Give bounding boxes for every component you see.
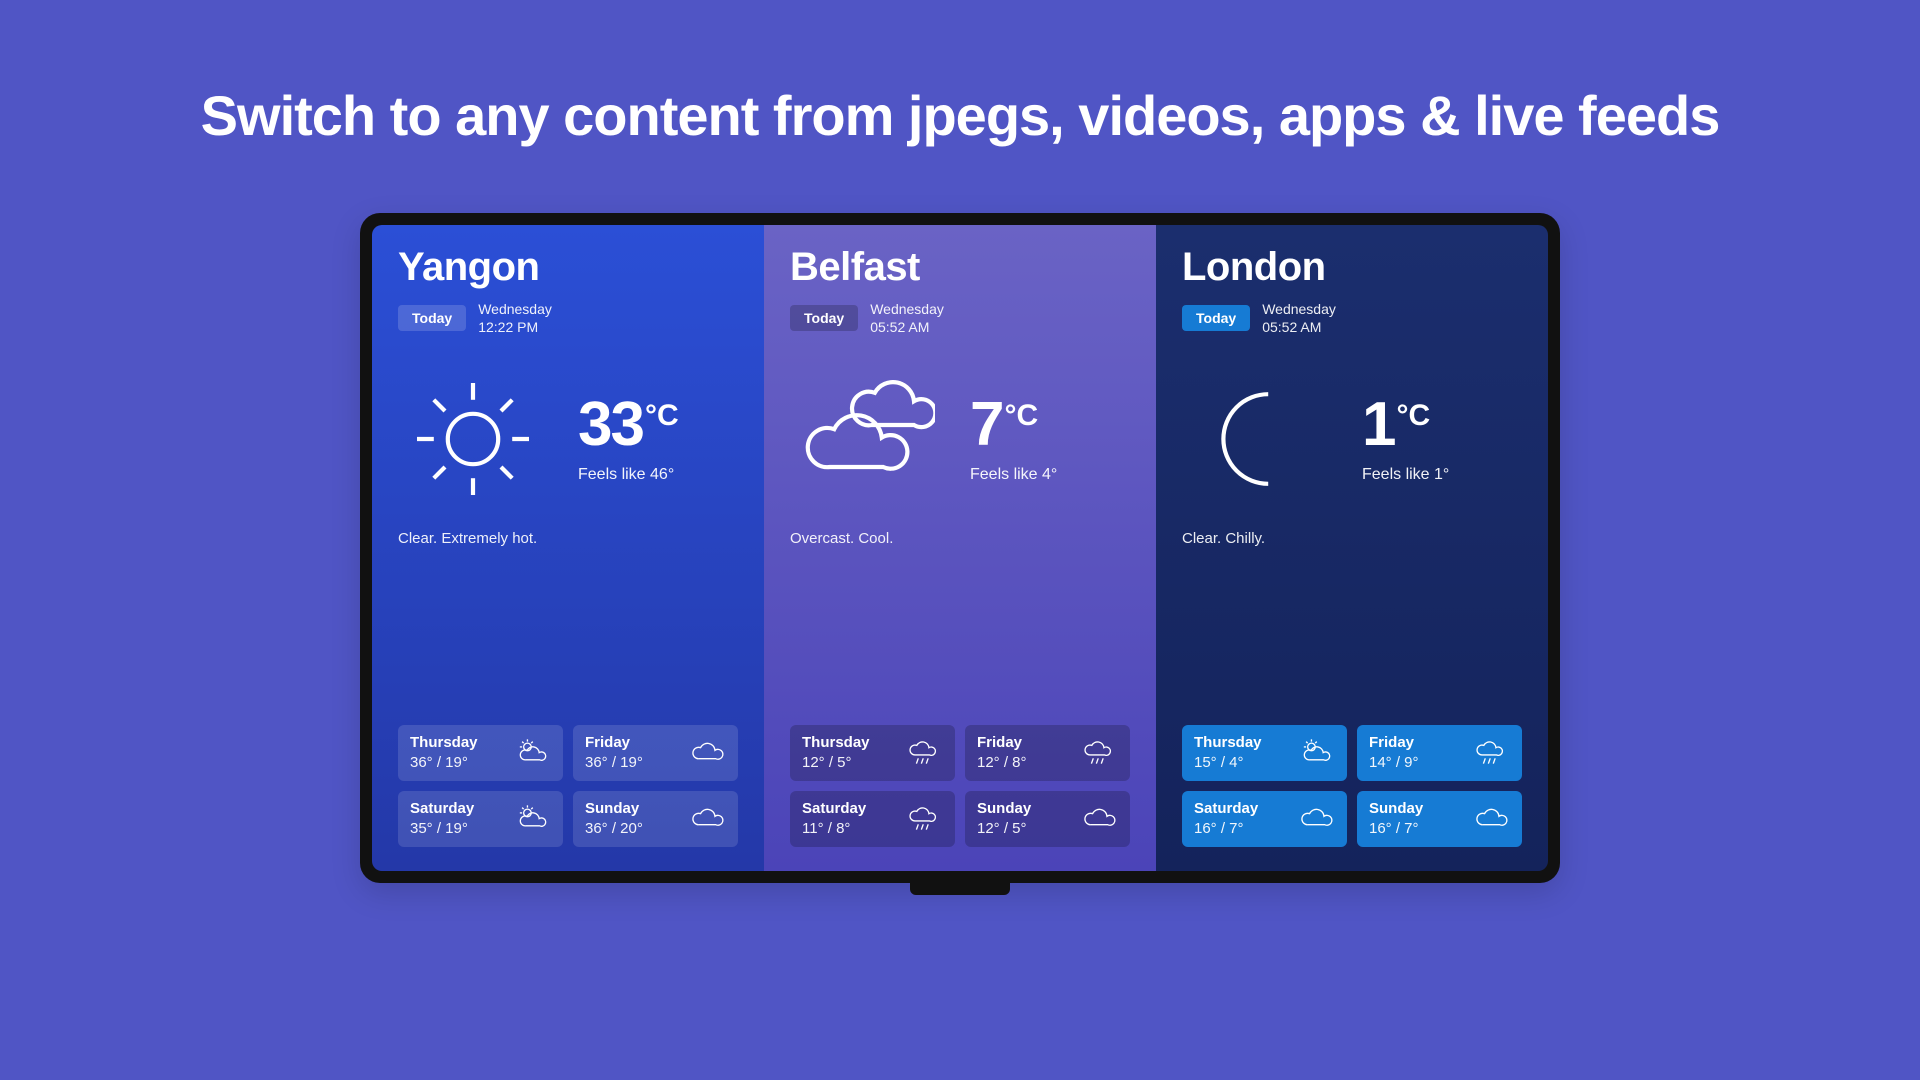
condition-text: Clear. Extremely hot. bbox=[398, 530, 738, 547]
cloud-icon bbox=[688, 734, 726, 772]
rain-icon bbox=[905, 800, 943, 838]
current-weather: 7 °C Feels like 4° bbox=[790, 364, 1130, 514]
cloud-icon bbox=[1080, 800, 1118, 838]
temperature-unit: °C bbox=[1004, 399, 1038, 433]
forecast-card: Saturday 16° / 7° bbox=[1182, 791, 1347, 847]
today-badge: Today bbox=[790, 305, 858, 331]
temperature-unit: °C bbox=[645, 399, 679, 433]
forecast-day: Saturday bbox=[802, 800, 866, 817]
forecast-card: Sunday 12° / 5° bbox=[965, 791, 1130, 847]
tv-frame: Yangon Today Wednesday 12:22 PM 33 °C Fe… bbox=[360, 213, 1560, 883]
forecast-grid: Thursday 15° / 4° Friday 14° / 9° Saturday… bbox=[1182, 725, 1522, 847]
cloud-icon bbox=[1472, 800, 1510, 838]
today-time: 05:52 AM bbox=[870, 318, 944, 336]
today-dayname: Wednesday bbox=[870, 300, 944, 318]
rain-icon bbox=[905, 734, 943, 772]
forecast-temps: 15° / 4° bbox=[1194, 754, 1262, 771]
moon-icon bbox=[1182, 364, 1332, 514]
forecast-temps: 12° / 5° bbox=[802, 754, 870, 771]
today-time: 05:52 AM bbox=[1262, 318, 1336, 336]
tv-stand bbox=[910, 881, 1010, 895]
today-badge: Today bbox=[398, 305, 466, 331]
temperature-unit: °C bbox=[1396, 399, 1430, 433]
forecast-card: Thursday 36° / 19° bbox=[398, 725, 563, 781]
forecast-day: Saturday bbox=[1194, 800, 1258, 817]
condition-text: Overcast. Cool. bbox=[790, 530, 1130, 547]
forecast-card: Saturday 11° / 8° bbox=[790, 791, 955, 847]
tv-screen: Yangon Today Wednesday 12:22 PM 33 °C Fe… bbox=[372, 225, 1548, 871]
forecast-temps: 36° / 19° bbox=[585, 754, 643, 771]
temperature-block: 7 °C Feels like 4° bbox=[970, 394, 1057, 484]
today-dayname: Wednesday bbox=[1262, 300, 1336, 318]
city-name: London bbox=[1182, 245, 1522, 290]
forecast-temps: 11° / 8° bbox=[802, 820, 866, 837]
weather-panel-yangon: Yangon Today Wednesday 12:22 PM 33 °C Fe… bbox=[372, 225, 764, 871]
forecast-temps: 35° / 19° bbox=[410, 820, 474, 837]
forecast-card: Sunday 16° / 7° bbox=[1357, 791, 1522, 847]
cloud-icon bbox=[1297, 800, 1335, 838]
forecast-day: Thursday bbox=[1194, 734, 1262, 751]
forecast-day: Friday bbox=[977, 734, 1027, 751]
forecast-grid: Thursday 12° / 5° Friday 12° / 8° Saturday… bbox=[790, 725, 1130, 847]
today-badge: Today bbox=[1182, 305, 1250, 331]
temperature-block: 33 °C Feels like 46° bbox=[578, 394, 679, 484]
forecast-card: Thursday 15° / 4° bbox=[1182, 725, 1347, 781]
feels-like: Feels like 1° bbox=[1362, 466, 1449, 484]
temperature-value: 1 bbox=[1362, 394, 1394, 456]
current-weather: 33 °C Feels like 46° bbox=[398, 364, 738, 514]
rain-icon bbox=[1080, 734, 1118, 772]
temperature-block: 1 °C Feels like 1° bbox=[1362, 394, 1449, 484]
today-row: Today Wednesday 05:52 AM bbox=[790, 300, 1130, 336]
forecast-card: Friday 36° / 19° bbox=[573, 725, 738, 781]
rain-icon bbox=[1472, 734, 1510, 772]
partly-cloudy-icon bbox=[1297, 734, 1335, 772]
forecast-temps: 12° / 8° bbox=[977, 754, 1027, 771]
forecast-card: Thursday 12° / 5° bbox=[790, 725, 955, 781]
headline: Switch to any content from jpegs, videos… bbox=[201, 80, 1720, 153]
city-name: Belfast bbox=[790, 245, 1130, 290]
cloud-icon bbox=[688, 800, 726, 838]
clouds-icon bbox=[790, 364, 940, 514]
today-time: 12:22 PM bbox=[478, 318, 552, 336]
temperature-value: 7 bbox=[970, 394, 1002, 456]
forecast-temps: 36° / 19° bbox=[410, 754, 478, 771]
weather-panel-london: London Today Wednesday 05:52 AM 1 °C Fee… bbox=[1156, 225, 1548, 871]
city-name: Yangon bbox=[398, 245, 738, 290]
weather-panel-belfast: Belfast Today Wednesday 05:52 AM 7 °C Fe… bbox=[764, 225, 1156, 871]
forecast-temps: 12° / 5° bbox=[977, 820, 1031, 837]
current-weather: 1 °C Feels like 1° bbox=[1182, 364, 1522, 514]
forecast-day: Saturday bbox=[410, 800, 474, 817]
today-row: Today Wednesday 12:22 PM bbox=[398, 300, 738, 336]
today-row: Today Wednesday 05:52 AM bbox=[1182, 300, 1522, 336]
forecast-day: Friday bbox=[585, 734, 643, 751]
forecast-day: Sunday bbox=[977, 800, 1031, 817]
forecast-temps: 16° / 7° bbox=[1194, 820, 1258, 837]
forecast-day: Thursday bbox=[802, 734, 870, 751]
forecast-day: Sunday bbox=[585, 800, 643, 817]
today-dayname: Wednesday bbox=[478, 300, 552, 318]
condition-text: Clear. Chilly. bbox=[1182, 530, 1522, 547]
temperature-value: 33 bbox=[578, 394, 643, 456]
forecast-grid: Thursday 36° / 19° Friday 36° / 19° Saturd… bbox=[398, 725, 738, 847]
sun-icon bbox=[398, 364, 548, 514]
partly-cloudy-icon bbox=[513, 734, 551, 772]
partly-cloudy-icon bbox=[513, 800, 551, 838]
forecast-card: Friday 12° / 8° bbox=[965, 725, 1130, 781]
feels-like: Feels like 4° bbox=[970, 466, 1057, 484]
forecast-card: Friday 14° / 9° bbox=[1357, 725, 1522, 781]
forecast-day: Friday bbox=[1369, 734, 1419, 751]
today-meta: Wednesday 05:52 AM bbox=[870, 300, 944, 336]
forecast-day: Sunday bbox=[1369, 800, 1423, 817]
forecast-temps: 36° / 20° bbox=[585, 820, 643, 837]
forecast-card: Sunday 36° / 20° bbox=[573, 791, 738, 847]
forecast-temps: 14° / 9° bbox=[1369, 754, 1419, 771]
today-meta: Wednesday 05:52 AM bbox=[1262, 300, 1336, 336]
forecast-card: Saturday 35° / 19° bbox=[398, 791, 563, 847]
forecast-day: Thursday bbox=[410, 734, 478, 751]
feels-like: Feels like 46° bbox=[578, 466, 679, 484]
today-meta: Wednesday 12:22 PM bbox=[478, 300, 552, 336]
forecast-temps: 16° / 7° bbox=[1369, 820, 1423, 837]
